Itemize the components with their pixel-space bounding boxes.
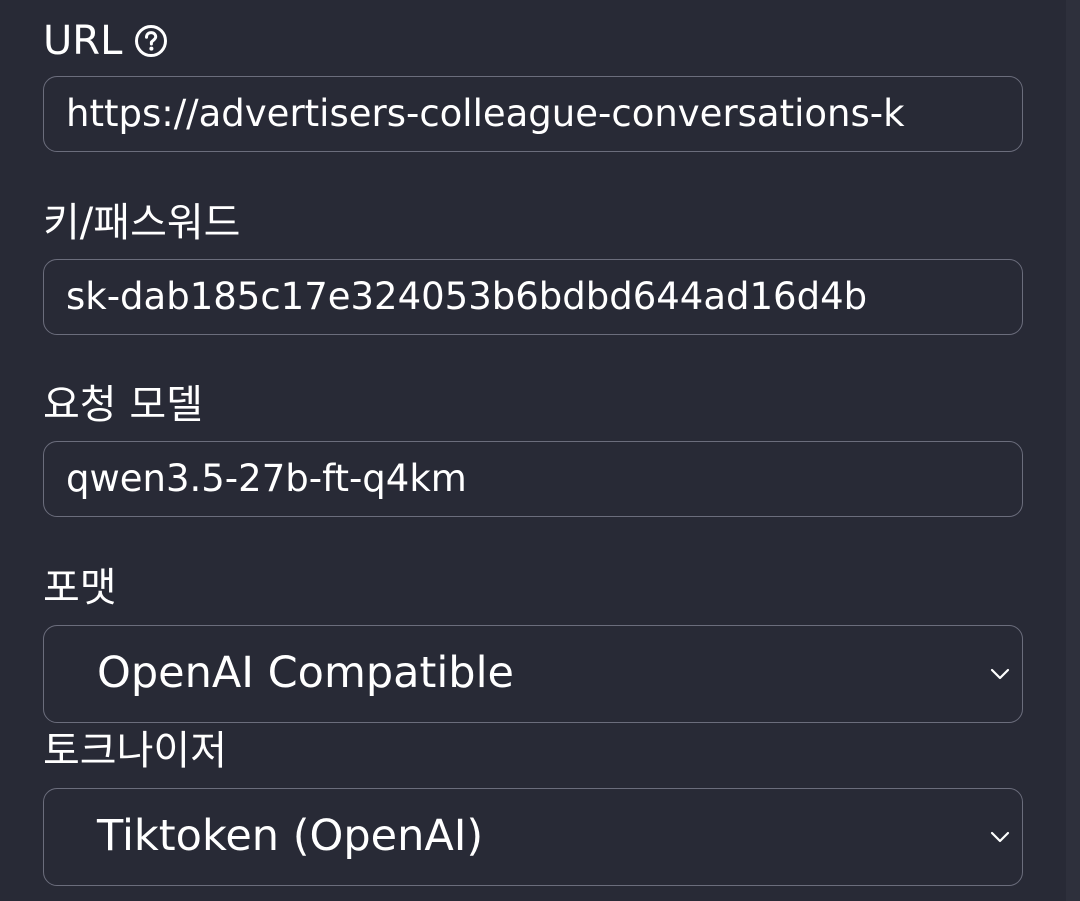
- chevron-down-icon: [990, 668, 1010, 680]
- chevron-down-icon: [990, 831, 1010, 843]
- format-label: 포맷: [43, 564, 117, 612]
- model-input-value: qwen3.5-27b-ft-q4km: [66, 457, 467, 500]
- key-label-text: 키/패스워드: [43, 200, 241, 246]
- url-label: URL: [43, 17, 168, 65]
- scrollbar-track[interactable]: [1066, 0, 1080, 901]
- key-input[interactable]: sk-dab185c17e324053b6bdbd644ad16d4b: [43, 259, 1023, 335]
- url-input[interactable]: https://advertisers-colleague-conversati…: [43, 76, 1023, 152]
- model-input[interactable]: qwen3.5-27b-ft-q4km: [43, 441, 1023, 517]
- format-label-text: 포맷: [43, 565, 117, 611]
- key-label: 키/패스워드: [43, 199, 240, 247]
- format-select-value: OpenAI Compatible: [97, 648, 514, 698]
- format-select[interactable]: OpenAI Compatible: [43, 625, 1023, 723]
- url-input-value: https://advertisers-colleague-conversati…: [66, 92, 905, 135]
- tokenizer-label-text: 토크나이저: [43, 728, 227, 774]
- tokenizer-label: 토크나이저: [43, 727, 227, 775]
- url-label-text: URL: [43, 18, 123, 64]
- key-input-value: sk-dab185c17e324053b6bdbd644ad16d4b: [66, 275, 868, 318]
- tokenizer-select[interactable]: Tiktoken (OpenAI): [43, 788, 1023, 886]
- model-label-text: 요청 모델: [43, 382, 203, 428]
- model-label: 요청 모델: [43, 381, 203, 429]
- help-circle-icon[interactable]: [134, 24, 168, 58]
- tokenizer-select-value: Tiktoken (OpenAI): [97, 811, 484, 861]
